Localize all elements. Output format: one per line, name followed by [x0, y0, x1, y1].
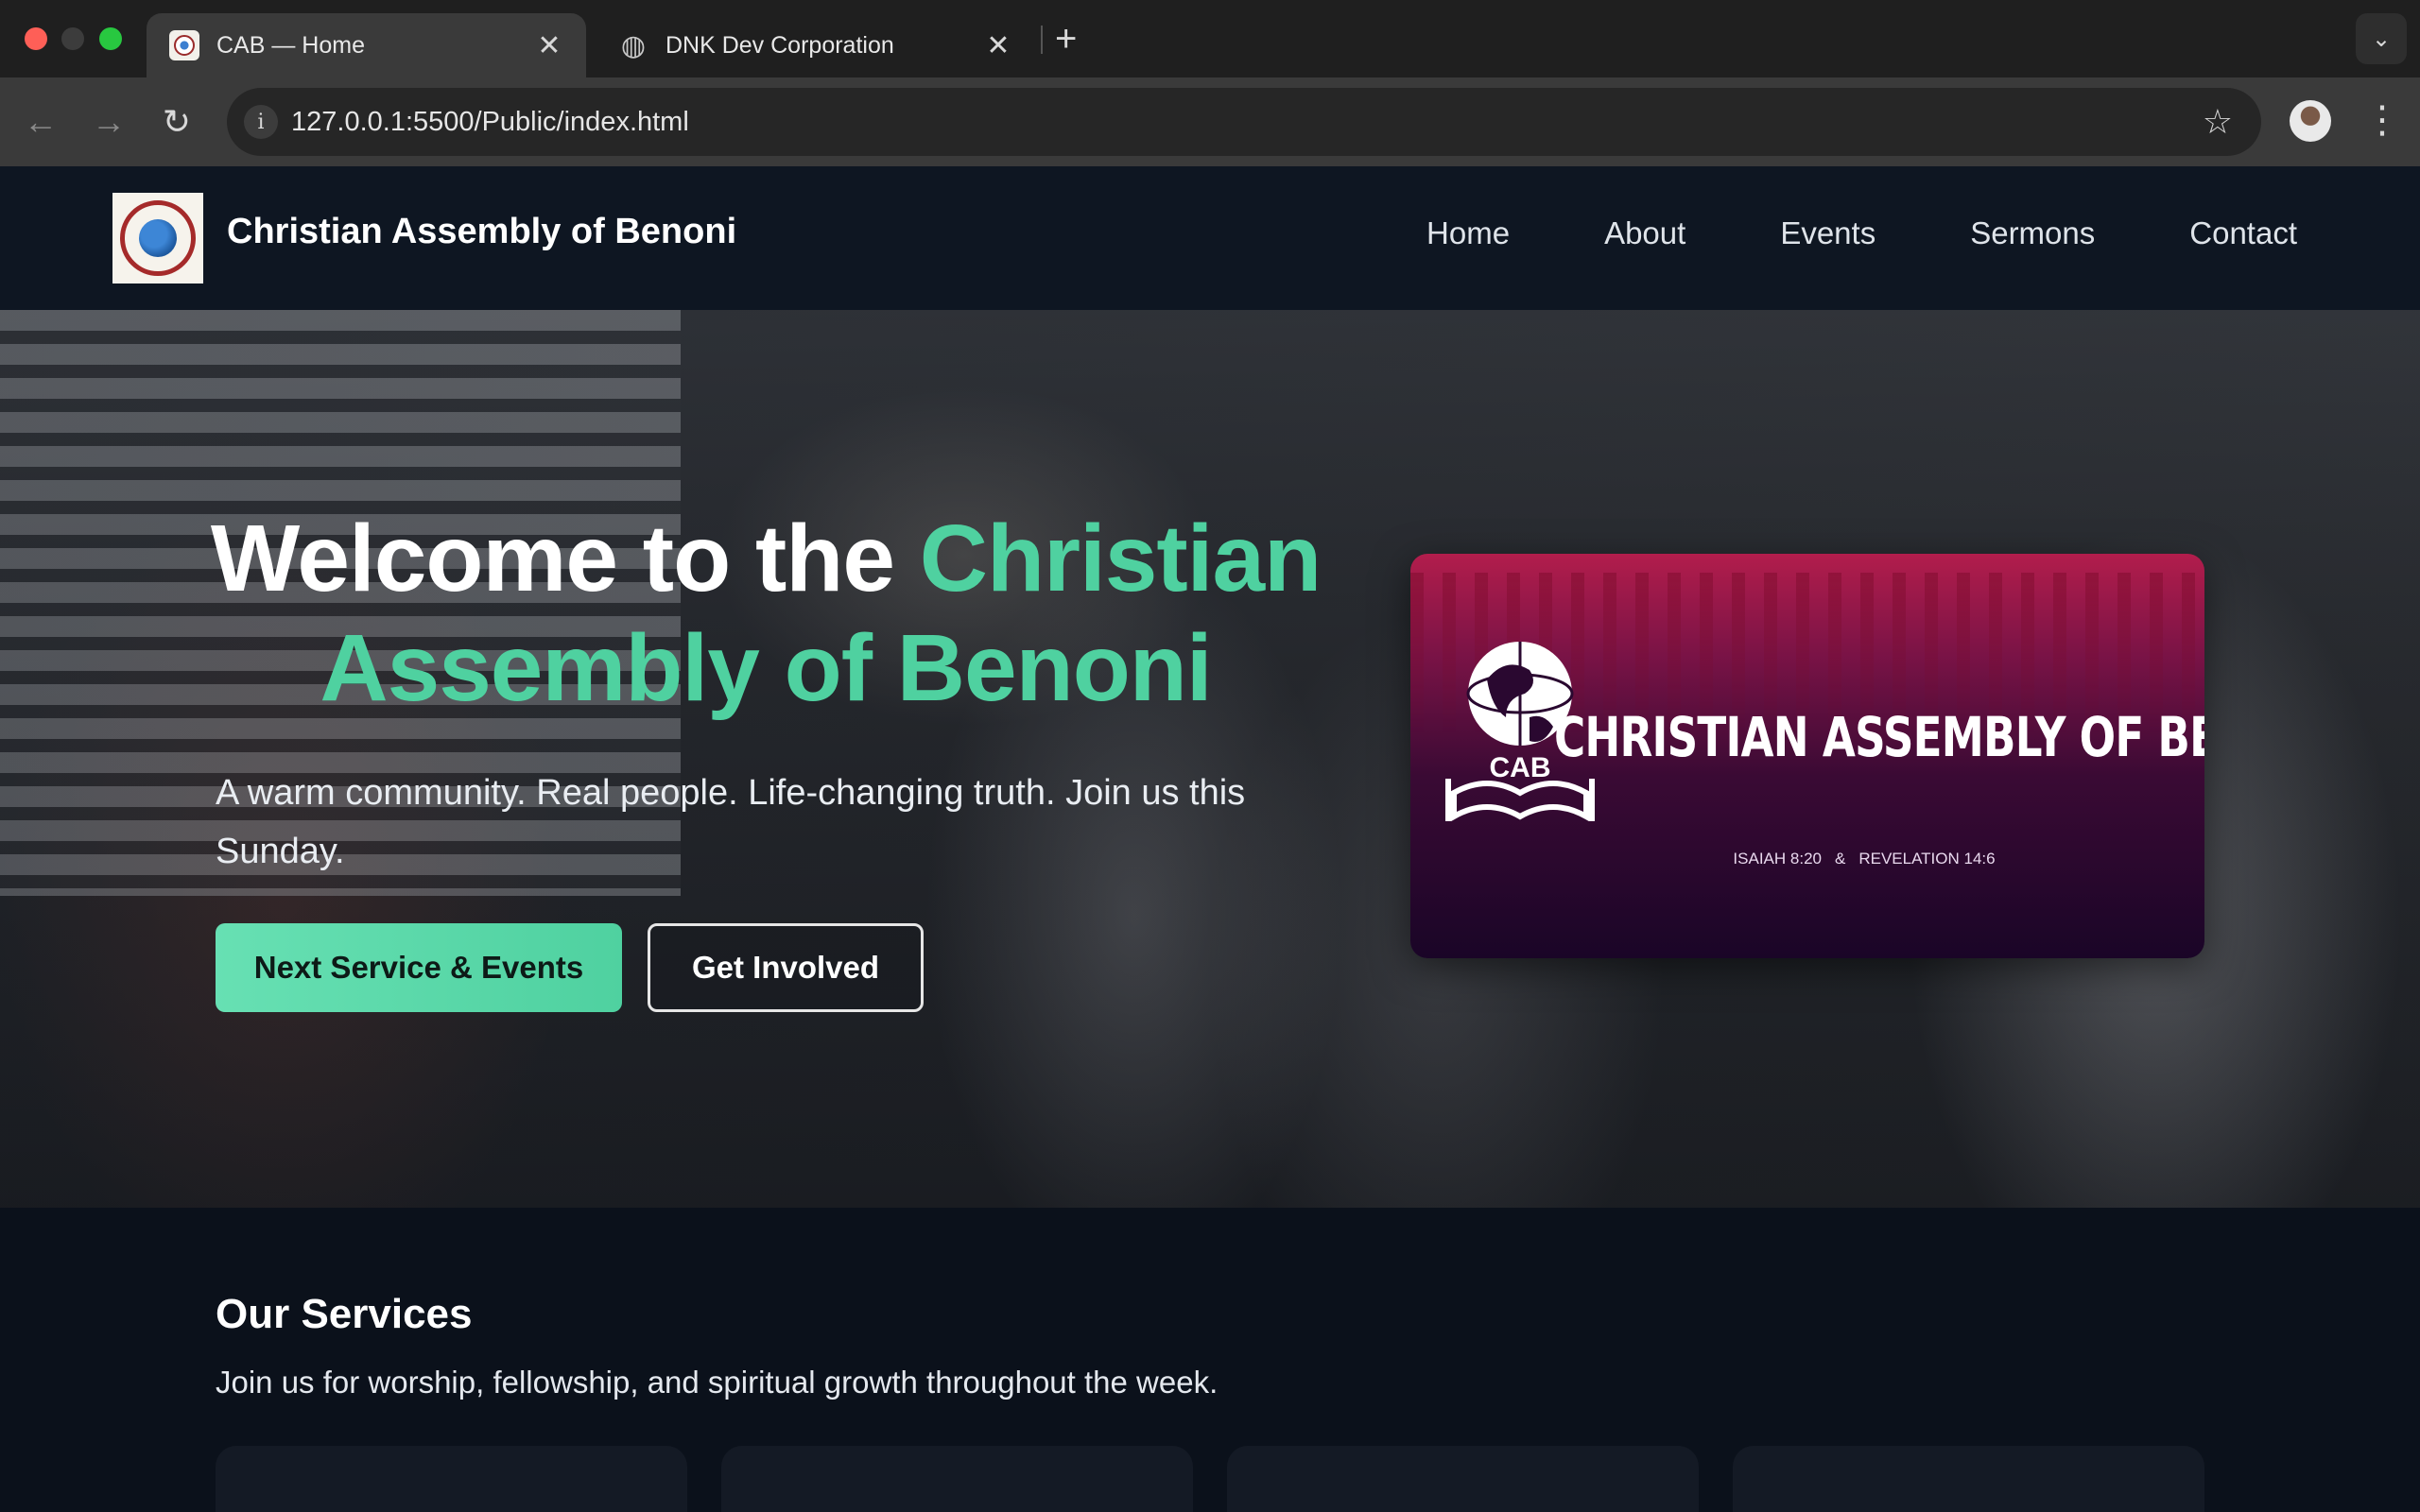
arrow-right-icon[interactable]: →: [87, 100, 130, 144]
site-brand-name[interactable]: Christian Assembly of Benoni: [227, 212, 736, 252]
arrow-left-icon[interactable]: ←: [19, 100, 62, 144]
hero-subtitle: A warm community. Real people. Life-chan…: [216, 773, 1246, 871]
close-tab-icon[interactable]: ✕: [984, 29, 1012, 62]
close-tab-icon[interactable]: ✕: [535, 29, 563, 62]
maximize-window-button[interactable]: [99, 27, 122, 50]
globe-icon: [139, 219, 177, 257]
logo-ring: [120, 200, 196, 276]
service-card[interactable]: [216, 1446, 687, 1512]
verse-revelation: REVELATION 14:6: [1858, 850, 1996, 868]
url-text[interactable]: 127.0.0.1:5500/Public/index.html: [291, 107, 2203, 138]
kebab-icon[interactable]: ⋮: [2363, 98, 2401, 142]
services-title: Our Services: [216, 1291, 473, 1337]
globe-icon: ◍: [620, 29, 647, 61]
church-logo[interactable]: [112, 193, 203, 284]
reload-icon[interactable]: ↻: [155, 100, 199, 144]
nav-sermons[interactable]: Sermons: [1970, 215, 2095, 251]
minimize-window-button[interactable]: [61, 27, 84, 50]
banner-title: CHRISTIAN ASSEMBLY OF BENONI: [1554, 705, 2204, 769]
emblem-text: CAB: [1490, 752, 1551, 783]
address-bar[interactable]: i 127.0.0.1:5500/Public/index.html ☆: [227, 88, 2261, 156]
services-section: Our Services Join us for worship, fellow…: [0, 1208, 2420, 1512]
site-header: Christian Assembly of Benoni Home About …: [0, 166, 2420, 310]
verse-separator: &: [1834, 850, 1846, 868]
browser-tab-dnk-dev[interactable]: ◍ DNK Dev Corporation ✕: [596, 13, 1035, 77]
browser-toolbar: ← → ↻ i 127.0.0.1:5500/Public/index.html…: [0, 77, 2420, 166]
church-banner-image: CAB CHRISTIAN ASSEMBLY OF BENONI ISAIAH …: [1410, 554, 2204, 958]
nav-about[interactable]: About: [1604, 215, 1685, 251]
service-card[interactable]: [1227, 1446, 1699, 1512]
new-tab-button[interactable]: +: [1055, 13, 1077, 64]
hero-section: Welcome to the Christian Assembly of Ben…: [0, 310, 2420, 1208]
info-icon[interactable]: i: [244, 105, 278, 139]
service-card[interactable]: [1733, 1446, 2204, 1512]
next-service-events-button[interactable]: Next Service & Events: [216, 923, 622, 1012]
star-icon[interactable]: ☆: [2203, 102, 2233, 142]
services-description: Join us for worship, fellowship, and spi…: [216, 1365, 1219, 1400]
service-card[interactable]: [721, 1446, 1193, 1512]
tab-title: CAB — Home: [216, 31, 365, 59]
cab-favicon-icon: [169, 30, 199, 60]
profile-avatar[interactable]: [2290, 100, 2331, 142]
tab-divider: [1041, 26, 1043, 54]
hero-title: Welcome to the Christian Assembly of Ben…: [142, 504, 1390, 723]
nav-home[interactable]: Home: [1426, 215, 1510, 251]
close-window-button[interactable]: [25, 27, 47, 50]
tab-title: DNK Dev Corporation: [666, 31, 894, 59]
banner-verses: ISAIAH 8:20 & REVELATION 14:6: [1410, 850, 2204, 868]
hero-title-plain: Welcome to the: [210, 506, 920, 611]
verse-isaiah: ISAIAH 8:20: [1733, 850, 1822, 868]
nav-events[interactable]: Events: [1780, 215, 1876, 251]
browser-tab-cab-home[interactable]: CAB — Home ✕: [147, 13, 586, 77]
tab-search-chevron-down-icon[interactable]: ⌄: [2356, 13, 2407, 64]
main-nav: Home About Events Sermons Contact: [1426, 215, 2297, 251]
nav-contact[interactable]: Contact: [2189, 215, 2297, 251]
get-involved-button[interactable]: Get Involved: [648, 923, 924, 1012]
browser-tabstrip: CAB — Home ✕ ◍ DNK Dev Corporation ✕ + ⌄: [0, 0, 2420, 77]
